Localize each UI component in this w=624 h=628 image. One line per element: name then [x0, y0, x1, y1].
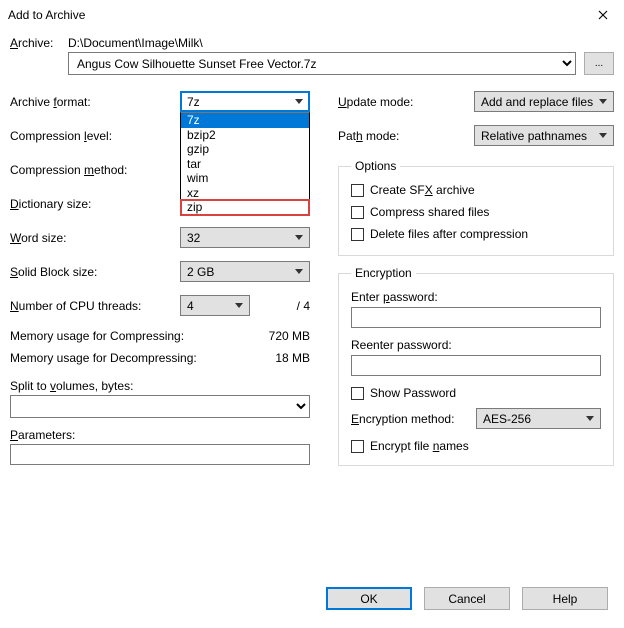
ok-button[interactable]: OK [326, 587, 412, 610]
encrypt-names-checkbox[interactable] [351, 440, 364, 453]
mem-decompress-label: Memory usage for Decompressing: [10, 351, 197, 365]
encryption-group: Encryption Enter password: Reenter passw… [338, 266, 614, 466]
close-button[interactable] [582, 1, 624, 29]
format-option-bzip2[interactable]: bzip2 [181, 128, 309, 143]
parameters-label: Parameters: [10, 428, 310, 442]
delete-label: Delete files after compression [370, 227, 528, 241]
mem-decompress-value: 18 MB [275, 351, 310, 365]
cpu-threads-max: / 4 [256, 299, 310, 313]
encryption-method-value: AES-256 [483, 412, 531, 426]
chevron-down-icon [595, 127, 611, 145]
chevron-down-icon [595, 93, 611, 111]
archive-format-label: Archive format: [10, 95, 180, 109]
solid-block-value: 2 GB [187, 265, 214, 279]
mem-compress-value: 720 MB [269, 329, 310, 343]
solid-block-combo[interactable]: 2 GB [180, 261, 310, 282]
chevron-down-icon [291, 93, 307, 111]
chevron-down-icon [291, 229, 307, 247]
enter-password-label: Enter password: [351, 290, 601, 304]
reenter-password-label: Reenter password: [351, 338, 601, 352]
mem-compress-label: Memory usage for Compressing: [10, 329, 184, 343]
split-volumes-combo[interactable] [10, 395, 310, 418]
enter-password-input[interactable] [351, 307, 601, 328]
sfx-checkbox[interactable] [351, 184, 364, 197]
chevron-down-icon [291, 263, 307, 281]
window-title: Add to Archive [8, 8, 85, 22]
shared-checkbox[interactable] [351, 206, 364, 219]
update-mode-combo[interactable]: Add and replace files [474, 91, 614, 112]
dictionary-size-label: Dictionary size: [10, 197, 180, 211]
solid-block-label: Solid Block size: [10, 265, 180, 279]
format-option-xz[interactable]: xz [181, 186, 309, 201]
help-button[interactable]: Help [522, 587, 608, 610]
close-icon [598, 10, 608, 20]
format-option-zip[interactable]: zip [181, 200, 309, 215]
word-size-combo[interactable]: 32 [180, 227, 310, 248]
cpu-threads-combo[interactable]: 4 [180, 295, 250, 316]
cpu-threads-label: Number of CPU threads: [10, 299, 180, 313]
browse-button[interactable]: ... [584, 52, 614, 75]
shared-label: Compress shared files [370, 205, 489, 219]
delete-checkbox[interactable] [351, 228, 364, 241]
encryption-legend: Encryption [351, 266, 416, 280]
compression-method-label: Compression method: [10, 163, 180, 177]
options-group: Options Create SFX archive Compress shar… [338, 159, 614, 256]
title-bar: Add to Archive [0, 0, 624, 30]
encrypt-names-label: Encrypt file names [370, 439, 469, 453]
archive-label: Archive: [10, 36, 68, 50]
update-mode-label: Update mode: [338, 95, 474, 109]
show-password-label: Show Password [370, 386, 456, 400]
update-mode-value: Add and replace files [481, 95, 593, 109]
sfx-label: Create SFX archive [370, 183, 475, 197]
word-size-label: Word size: [10, 231, 180, 245]
archive-format-dropdown[interactable]: 7z bzip2 gzip tar wim xz zip [180, 112, 310, 216]
options-legend: Options [351, 159, 400, 173]
format-option-gzip[interactable]: gzip [181, 142, 309, 157]
archive-format-combo[interactable]: 7z 7z bzip2 gzip tar wim xz zip [180, 91, 310, 112]
compression-level-label: Compression level: [10, 129, 180, 143]
format-option-wim[interactable]: wim [181, 171, 309, 186]
archive-format-value: 7z [187, 95, 200, 109]
show-password-checkbox[interactable] [351, 387, 364, 400]
chevron-down-icon [231, 297, 247, 315]
parameters-input[interactable] [10, 444, 310, 465]
format-option-tar[interactable]: tar [181, 157, 309, 172]
encryption-method-combo[interactable]: AES-256 [476, 408, 601, 429]
path-mode-combo[interactable]: Relative pathnames [474, 125, 614, 146]
cpu-threads-value: 4 [187, 299, 194, 313]
archive-path: D:\Document\Image\Milk\ [68, 36, 614, 50]
format-option-7z[interactable]: 7z [181, 113, 309, 128]
cancel-button[interactable]: Cancel [424, 587, 510, 610]
archive-filename-combo[interactable]: Angus Cow Silhouette Sunset Free Vector.… [68, 52, 576, 75]
path-mode-value: Relative pathnames [481, 129, 587, 143]
dialog-buttons: OK Cancel Help [0, 587, 624, 610]
split-volumes-label: Split to volumes, bytes: [10, 379, 310, 393]
path-mode-label: Path mode: [338, 129, 474, 143]
chevron-down-icon [582, 410, 598, 428]
reenter-password-input[interactable] [351, 355, 601, 376]
encryption-method-label: Encryption method: [351, 412, 454, 426]
word-size-value: 32 [187, 231, 200, 245]
